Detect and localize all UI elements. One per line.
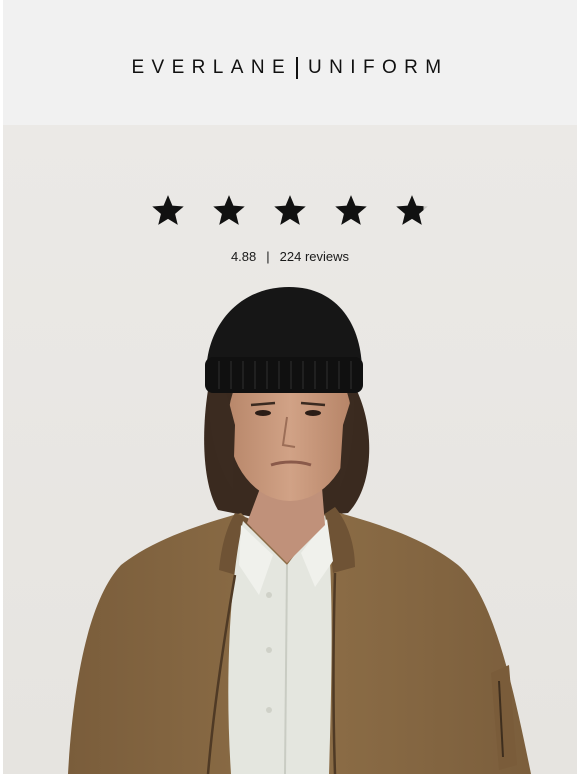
star-icon	[151, 193, 185, 227]
rating-summary[interactable]: 4.88 | 224 reviews	[3, 249, 577, 264]
brand-name: EVERLANE	[131, 57, 293, 78]
partial-star-icon	[395, 193, 429, 227]
brand-subline: UNIFORM	[308, 57, 449, 78]
review-count: 224 reviews	[279, 249, 350, 264]
header: EVERLANE UNIFORM	[3, 0, 577, 125]
star-icon	[334, 193, 368, 227]
rating-value: 4.88	[230, 249, 257, 264]
email-frame: EVERLANE UNIFORM 4.88 | 224 reviews	[3, 0, 577, 774]
hero-banner[interactable]: 4.88 | 224 reviews	[3, 125, 577, 774]
logo-divider	[296, 57, 299, 79]
rating-separator: |	[266, 249, 270, 264]
star-icon	[212, 193, 246, 227]
brand-logo[interactable]: EVERLANE UNIFORM	[3, 57, 577, 79]
star-rating	[3, 193, 577, 227]
star-icon	[273, 193, 307, 227]
